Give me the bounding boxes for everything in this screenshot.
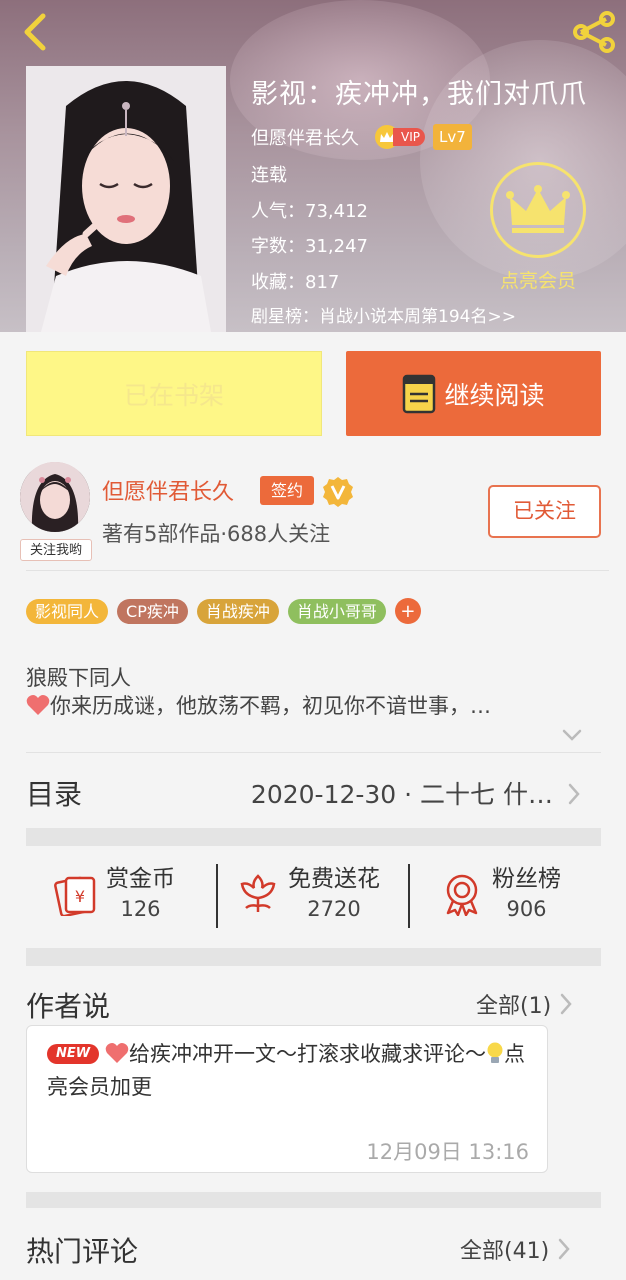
follow-me-tag: 关注我哟 (20, 539, 92, 561)
fans-ranking-button[interactable]: 粉丝榜 906 (440, 862, 561, 926)
in-shelf-button[interactable]: 已在书架 (26, 351, 322, 436)
vip-membership-label[interactable]: 点亮会员 (478, 266, 598, 293)
chevron-right-icon (558, 1238, 570, 1260)
back-button[interactable] (12, 8, 56, 56)
tag-item[interactable]: CP疾冲 (117, 598, 188, 624)
vip-badge: VIP (375, 125, 425, 149)
vip-label: VIP (393, 128, 425, 146)
author-says-all-label: 全部(1) (476, 994, 552, 1019)
tag-item[interactable]: 影视同人 (26, 598, 109, 624)
gift-count: 2720 (307, 897, 361, 921)
expand-chevron-icon[interactable] (560, 727, 584, 743)
catalog-title: 目录 (26, 778, 83, 811)
latest-chapter: 2020-12-30 · 二十七 什… (250, 780, 553, 809)
author-stats: 著有5部作品·688人关注 (102, 522, 331, 546)
author-note-part1: 给疾冲冲开一文～打滚求收藏求评论～ (129, 1042, 486, 1066)
verified-v-icon (323, 477, 353, 507)
heart-icon (105, 1043, 129, 1063)
chevron-right-icon (568, 783, 580, 805)
chevron-right-icon (560, 993, 572, 1015)
book-header: 影视：疾冲冲，我们对爪爪 但愿伴君长久 VIP Lv7 连载 人气：73,412… (0, 0, 626, 332)
vertical-separator (408, 864, 410, 928)
book-icon (403, 374, 436, 413)
synopsis-text: 你来历成谜，他放荡不羁，初见你不谙世事，… (50, 694, 491, 718)
cover-illustration (26, 66, 226, 332)
author-note-card[interactable]: NEW 给疾冲冲开一文～打滚求收藏求评论～ 点亮会员加更 12月09日 13:1… (26, 1025, 548, 1173)
section-separator (26, 828, 601, 846)
comments-all-link[interactable]: 全部(41) (460, 1233, 571, 1265)
author-name[interactable]: 但愿伴君长久 (102, 474, 234, 506)
tag-list: 影视同人 CP疾冲 肖战疾冲 肖战小哥哥 + (26, 598, 421, 624)
reward-coins-button[interactable]: ¥ 赏金币 126 (54, 862, 175, 926)
comments-all-label: 全部(41) (460, 1239, 550, 1264)
back-arrow-icon (24, 13, 46, 51)
section-separator (26, 948, 601, 966)
author-note-time: 12月09日 13:16 (366, 1140, 529, 1164)
section-separator (26, 1192, 601, 1208)
avatar-image (20, 462, 90, 532)
free-flower-button[interactable]: 免费送花 2720 (236, 862, 380, 926)
crown-icon (506, 185, 570, 233)
divider (26, 570, 609, 571)
tag-item[interactable]: 肖战疾冲 (196, 598, 279, 624)
catalog-row[interactable]: 目录 2020-12-30 · 二十七 什… (26, 770, 601, 816)
continue-reading-label: 继续阅读 (444, 380, 545, 410)
gift-count: 126 (120, 897, 161, 921)
level-badge: Lv7 (432, 124, 472, 150)
flower-icon (240, 874, 276, 912)
tag-item[interactable]: 肖战小哥哥 (287, 598, 386, 624)
divider (26, 752, 601, 753)
author-note-text: 给疾冲冲开一文～打滚求收藏求评论～ 点亮会员加更 (47, 1038, 537, 1104)
share-button[interactable] (566, 8, 622, 56)
rank-link[interactable]: 剧星榜：肖战小说本周第194名>> (251, 300, 623, 332)
synopsis-line-1: 狼殿下同人 (26, 666, 131, 690)
vertical-separator (216, 864, 218, 928)
header-author-name[interactable]: 但愿伴君长久 (251, 124, 359, 150)
add-tag-button[interactable]: + (394, 598, 421, 624)
signed-badge: 签约 (260, 476, 314, 505)
followed-button[interactable]: 已关注 (488, 485, 601, 538)
header-author-row: 但愿伴君长久 VIP Lv7 (251, 122, 623, 152)
light-bulb-icon (487, 1042, 503, 1063)
share-icon (573, 11, 615, 53)
gift-label: 赏金币 (106, 866, 175, 892)
synopsis-line-2[interactable]: 你来历成谜，他放荡不羁，初见你不谙世事，… (26, 690, 491, 720)
hot-comments-title: 热门评论 (26, 1235, 139, 1268)
svg-text:¥: ¥ (75, 887, 85, 906)
author-avatar[interactable] (20, 462, 90, 532)
gift-count: 906 (506, 897, 547, 921)
gift-label: 粉丝榜 (492, 866, 561, 892)
book-title: 影视：疾冲冲，我们对爪爪 (251, 79, 587, 110)
vip-membership-button[interactable] (490, 162, 586, 258)
author-says-title: 作者说 (26, 990, 111, 1023)
author-says-all-link[interactable]: 全部(1) (476, 988, 573, 1020)
red-envelope-icon: ¥ (54, 876, 96, 916)
gift-label: 免费送花 (288, 866, 380, 892)
continue-reading-button[interactable]: 继续阅读 (346, 351, 601, 436)
heart-icon (26, 695, 50, 715)
book-cover-image[interactable] (26, 66, 226, 332)
medal-icon (446, 874, 478, 916)
